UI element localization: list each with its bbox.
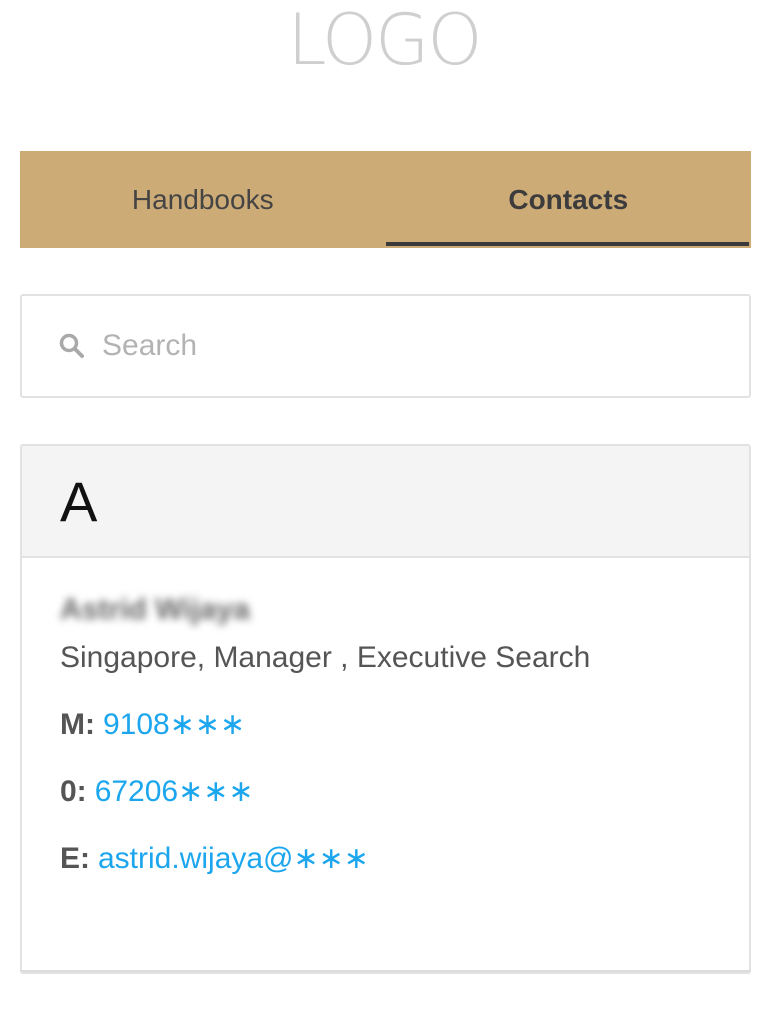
contacts-card: A Astrid Wijaya Singapore, Manager , Exe… — [20, 444, 751, 974]
tab-bar: Handbooks Contacts — [20, 151, 751, 248]
logo: LOGO — [287, 0, 483, 81]
contact-role: Singapore, Manager , Executive Search — [60, 641, 591, 674]
office-label: 0: — [60, 775, 87, 808]
search-input[interactable] — [100, 328, 664, 364]
mobile-link[interactable]: 9108∗∗∗ — [103, 708, 245, 741]
office-link[interactable]: 67206∗∗∗ — [95, 775, 254, 808]
list-divider — [20, 970, 751, 972]
tab-contacts[interactable]: Contacts — [385, 151, 752, 248]
contact-entry: Astrid Wijaya Singapore, Manager , Execu… — [22, 558, 749, 879]
contact-mobile-row: M: 9108∗∗∗ — [60, 705, 749, 745]
tab-handbooks[interactable]: Handbooks — [20, 151, 386, 248]
search-icon — [58, 332, 86, 360]
contact-email-row: E: astrid.wijaya@∗∗∗ — [60, 839, 749, 879]
section-letter-header: A — [22, 446, 749, 558]
email-label: E: — [60, 842, 90, 875]
contact-office-row: 0: 67206∗∗∗ — [60, 772, 749, 812]
email-link[interactable]: astrid.wijaya@∗∗∗ — [98, 842, 369, 875]
contact-name: Astrid Wijaya — [60, 593, 250, 626]
search-box — [20, 294, 751, 398]
mobile-label: M: — [60, 708, 95, 741]
